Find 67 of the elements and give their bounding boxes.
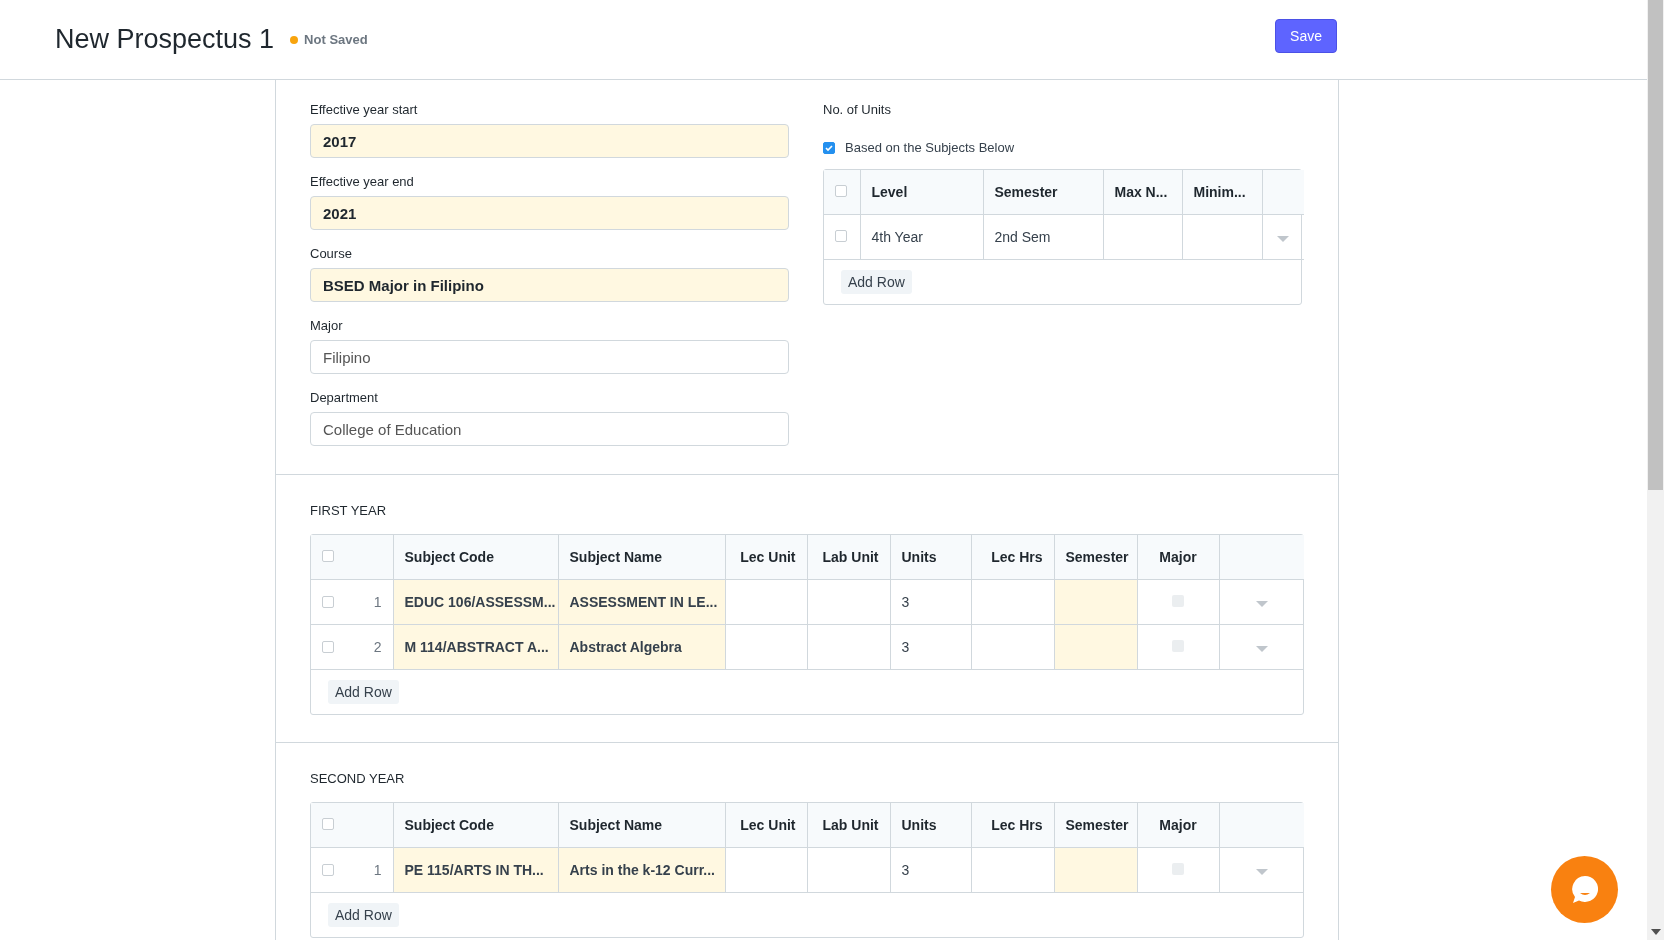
table-cell: 4th Year: [860, 214, 983, 260]
checkbox-label: Based on the Subjects Below: [845, 140, 1015, 155]
field-label: Department: [310, 390, 379, 405]
section-title: FIRST YEAR: [310, 503, 388, 518]
column-header: Lec Hrs: [971, 535, 1054, 580]
scrollbar[interactable]: [1647, 0, 1664, 940]
checkbox[interactable]: [322, 596, 334, 608]
field-label: Effective year start: [310, 102, 419, 117]
table-cell: Abstract Algebra: [558, 624, 725, 670]
add-row-button[interactable]: Add Row: [841, 270, 912, 294]
input-field[interactable]: 2017: [310, 124, 789, 158]
input-field[interactable]: College of Education: [310, 412, 789, 446]
save-button[interactable]: Save: [1275, 18, 1337, 53]
table-cell: Arts in the k-12 Curr...: [558, 847, 725, 893]
column-header: Subject Code: [393, 803, 558, 848]
column-header: Units: [890, 535, 971, 580]
checkbox[interactable]: [835, 185, 847, 197]
table-cell: 3: [890, 624, 971, 670]
table-cell: 2nd Sem: [983, 214, 1103, 260]
table-cell: ASSESSMENT IN LE...: [558, 579, 725, 625]
input-field[interactable]: BSED Major in Filipino: [310, 268, 789, 302]
field-label: Effective year end: [310, 174, 415, 189]
column-header: Lec Unit: [725, 535, 807, 580]
checkbox[interactable]: [823, 141, 835, 154]
field-label: Major: [310, 318, 344, 333]
column-header: Lab Unit: [807, 535, 890, 580]
input-field[interactable]: Filipino: [310, 340, 789, 374]
column-header: Lec Hrs: [971, 803, 1054, 848]
column-header: Major: [1137, 803, 1219, 848]
column-header: Max N...: [1103, 170, 1182, 215]
field-label: No. of Units: [823, 102, 892, 117]
dropdown-caret-icon[interactable]: [1277, 236, 1290, 242]
dropdown-caret-icon[interactable]: [1255, 869, 1268, 875]
row-number: 1: [373, 594, 382, 610]
column-header: Lab Unit: [807, 803, 890, 848]
input-field[interactable]: 2021: [310, 196, 789, 230]
column-header: Semester: [983, 170, 1103, 215]
column-header: Level: [860, 170, 983, 215]
checkbox[interactable]: [322, 550, 334, 562]
dropdown-caret-icon[interactable]: [1255, 646, 1268, 652]
table-cell: EDUC 106/ASSESSM...: [393, 579, 558, 625]
table-cell: 3: [890, 579, 971, 625]
row-number: 1: [373, 862, 382, 878]
column-header: Semester: [1054, 535, 1137, 580]
table-cell: M 114/ABSTRACT A...: [393, 624, 558, 670]
checkbox[interactable]: [322, 864, 334, 876]
dropdown-caret-icon[interactable]: [1255, 601, 1268, 607]
field-label: Course: [310, 246, 353, 261]
column-header: Subject Name: [558, 803, 725, 848]
checkbox[interactable]: [322, 641, 334, 653]
column-header: Major: [1137, 535, 1219, 580]
page-title: New Prospectus 1: [55, 24, 275, 55]
column-header: Subject Name: [558, 535, 725, 580]
column-header: Minim...: [1182, 170, 1262, 215]
checkbox[interactable]: [322, 818, 334, 830]
column-header: Subject Code: [393, 535, 558, 580]
column-header: Semester: [1054, 803, 1137, 848]
column-header: Units: [890, 803, 971, 848]
column-header: Lec Unit: [725, 803, 807, 848]
table-cell: PE 115/ARTS IN TH...: [393, 847, 558, 893]
add-row-button[interactable]: Add Row: [328, 903, 399, 927]
table-cell: 3: [890, 847, 971, 893]
add-row-button[interactable]: Add Row: [328, 680, 399, 704]
row-number: 2: [373, 639, 382, 655]
status-label: Not Saved: [304, 32, 368, 47]
section-title: SECOND YEAR: [310, 771, 406, 786]
checkbox[interactable]: [835, 230, 847, 242]
